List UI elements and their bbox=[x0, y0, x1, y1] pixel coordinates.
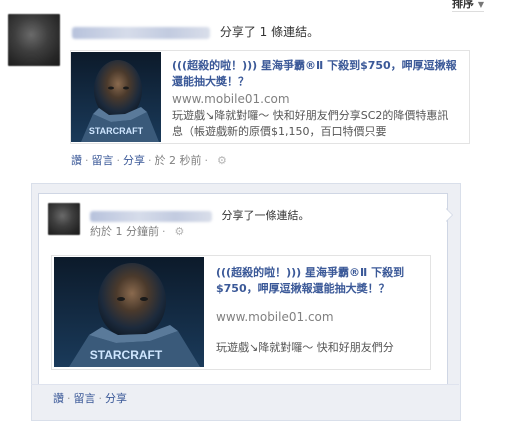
link-preview-card[interactable]: STARCRAFT (((超殺的啦！))) 星海爭霸®Ⅱ 下殺到$750，呷厚逗… bbox=[51, 255, 431, 370]
author-name-blurred[interactable] bbox=[90, 210, 212, 222]
chevron-down-icon: ▼ bbox=[477, 0, 484, 9]
link-thumbnail[interactable]: STARCRAFT bbox=[71, 52, 161, 142]
separator: · bbox=[204, 154, 209, 167]
story-actions: 讚 · 留言 · 分享 · 於 2 秒前 · ⚙ bbox=[71, 152, 227, 168]
comment-link[interactable]: 留言 bbox=[92, 154, 114, 167]
sort-button[interactable]: 排序 ▼ bbox=[452, 0, 484, 12]
timestamp[interactable]: 於 2 秒前 bbox=[155, 154, 202, 167]
starcraft-logo: STARCRAFT bbox=[90, 348, 163, 362]
separator: · bbox=[85, 154, 89, 167]
story-time-row: 約於 1 分鐘前 · ⚙ bbox=[90, 223, 184, 239]
separator: · bbox=[148, 154, 152, 167]
story-header: 分享了一條連結。 bbox=[90, 207, 310, 223]
timestamp[interactable]: 約於 1 分鐘前 bbox=[90, 225, 159, 238]
story-actions: 讚 · 留言 · 分享 bbox=[38, 384, 453, 414]
separator: · bbox=[98, 392, 103, 405]
avatar[interactable] bbox=[48, 203, 80, 235]
link-thumbnail[interactable]: STARCRAFT bbox=[54, 257, 204, 367]
link-title[interactable]: (((超殺的啦！))) 星海爭霸®Ⅱ 下殺到$750，呷厚逗揪報還能抽大獎！？ bbox=[172, 58, 462, 90]
separator: · bbox=[162, 225, 166, 238]
separator: · bbox=[116, 154, 121, 167]
story-header: 分享了 1 條連結。 bbox=[72, 23, 319, 40]
sort-label: 排序 bbox=[452, 0, 474, 10]
story-action-text: 分享了 1 條連結。 bbox=[219, 25, 320, 39]
comment-link[interactable]: 留言 bbox=[74, 392, 96, 405]
like-link[interactable]: 讚 bbox=[53, 392, 64, 405]
like-link[interactable]: 讚 bbox=[71, 154, 82, 167]
link-domain: www.mobile01.com bbox=[216, 310, 334, 324]
link-title[interactable]: (((超殺的啦！))) 星海爭霸®Ⅱ 下殺到$750，呷厚逗揪報還能抽大獎！？ bbox=[216, 265, 406, 297]
author-name-blurred[interactable] bbox=[72, 26, 210, 39]
story-action-text: 分享了一條連結。 bbox=[221, 209, 310, 222]
share-link[interactable]: 分享 bbox=[123, 154, 145, 167]
link-description: 玩遊戲↘降就對囉～ 快和好朋友們分 bbox=[216, 341, 394, 354]
share-link[interactable]: 分享 bbox=[105, 392, 127, 405]
gear-icon[interactable]: ⚙ bbox=[217, 154, 227, 167]
avatar[interactable] bbox=[8, 14, 60, 66]
starcraft-logo: STARCRAFT bbox=[89, 126, 144, 136]
link-description: 玩遊戲↘降就對囉～ 快和好朋友們分享SC2的降價特惠訊息（帳遊戲新的原價$1,1… bbox=[172, 109, 449, 138]
gear-icon[interactable]: ⚙ bbox=[175, 225, 185, 238]
link-domain: www.mobile01.com bbox=[172, 92, 290, 106]
separator: · bbox=[67, 392, 71, 405]
link-preview-card[interactable]: STARCRAFT (((超殺的啦！))) 星海爭霸®Ⅱ 下殺到$750，呷厚逗… bbox=[70, 50, 470, 144]
